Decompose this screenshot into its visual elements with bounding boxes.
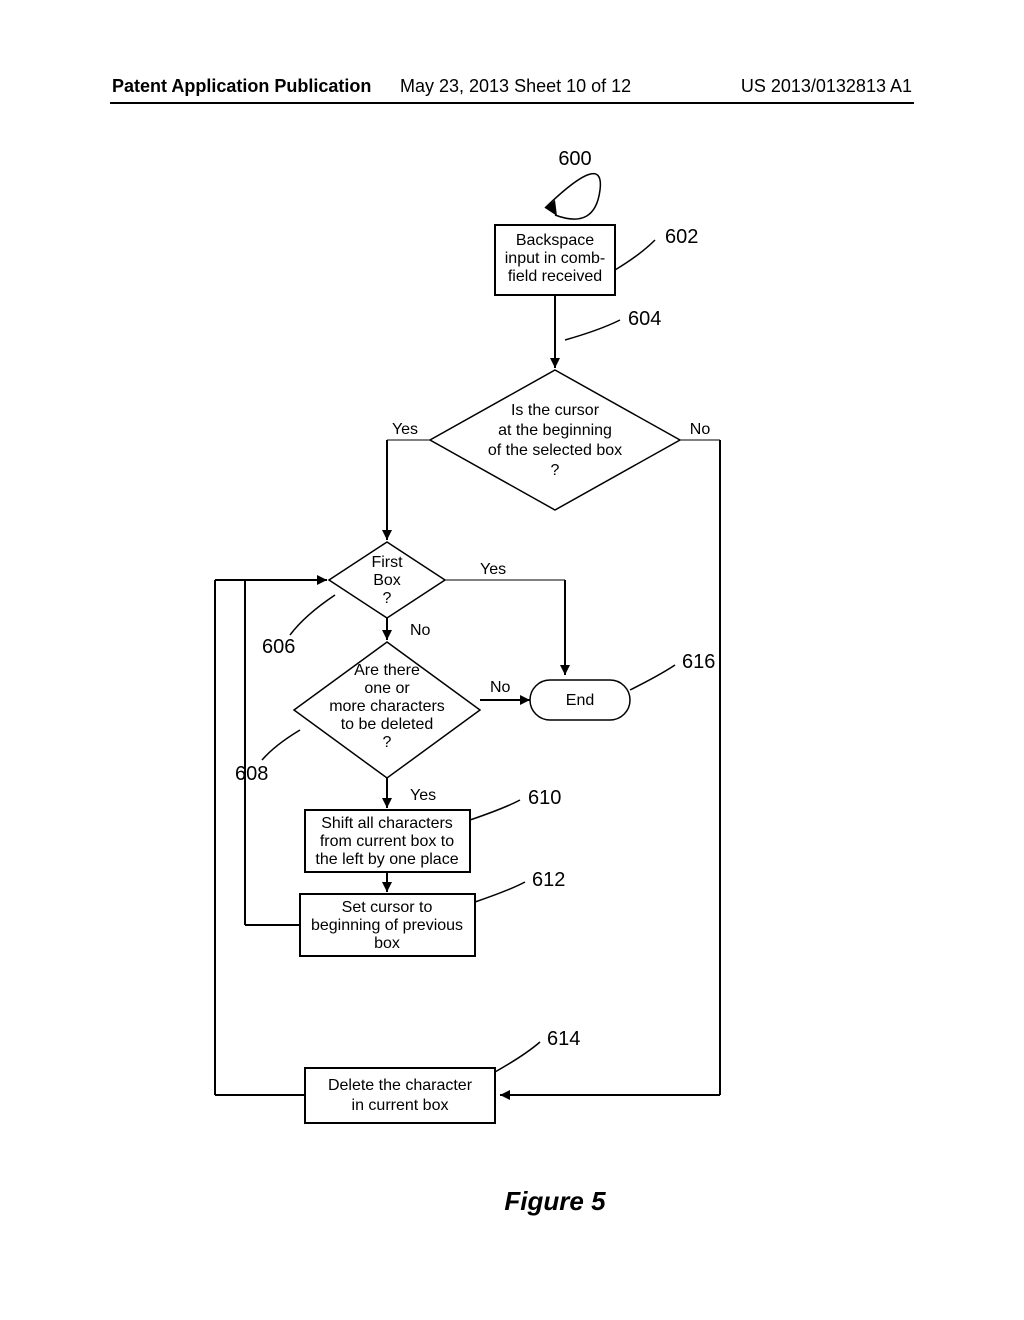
node-606-line3: ? xyxy=(383,590,392,607)
label-610: 610 xyxy=(528,787,561,809)
node-610-line3: the left by one place xyxy=(315,851,458,868)
node-602-line1: Backspace xyxy=(516,232,594,249)
header-left: Patent Application Publication xyxy=(112,76,371,97)
node-604-line4: ? xyxy=(551,462,560,479)
edge-606-yes: Yes xyxy=(480,561,506,578)
node-612-line3: box xyxy=(374,935,400,952)
figure-caption: Figure 5 xyxy=(504,1186,606,1216)
label-602: 602 xyxy=(665,226,698,248)
label-608: 608 xyxy=(235,763,268,785)
node-608-line5: ? xyxy=(383,734,392,751)
edge-604-no: No xyxy=(690,421,711,438)
node-608-line2: one or xyxy=(364,680,410,697)
node-614-line1: Delete the character xyxy=(328,1077,473,1094)
header-right: US 2013/0132813 A1 xyxy=(741,76,912,97)
node-608-line3: more characters xyxy=(329,698,445,715)
edge-604-yes: Yes xyxy=(392,421,418,438)
edge-608-no: No xyxy=(490,679,511,696)
label-612: 612 xyxy=(532,869,565,891)
node-614-line2: in current box xyxy=(352,1097,449,1114)
node-608-line1: Are there xyxy=(354,662,420,679)
node-end-label: End xyxy=(566,692,594,709)
node-602-line2: input in comb- xyxy=(505,250,606,267)
flowchart: 600 Backspace input in comb- field recei… xyxy=(0,140,1024,1240)
edge-606-no: No xyxy=(410,622,431,639)
label-616: 616 xyxy=(682,651,715,673)
node-612-line2: beginning of previous xyxy=(311,917,463,934)
node-604-line3: of the selected box xyxy=(488,442,622,459)
node-606-line2: Box xyxy=(373,572,401,589)
node-604-line2: at the beginning xyxy=(498,422,612,439)
node-604-line1: Is the cursor xyxy=(511,402,600,419)
node-608-line4: to be deleted xyxy=(341,716,434,733)
node-610-line1: Shift all characters xyxy=(321,815,453,832)
edge-608-yes: Yes xyxy=(410,787,436,804)
header-center: May 23, 2013 Sheet 10 of 12 xyxy=(400,76,631,97)
node-604 xyxy=(430,370,680,510)
node-610-line2: from current box to xyxy=(320,833,454,850)
label-604: 604 xyxy=(628,308,661,330)
node-602-line3: field received xyxy=(508,268,602,285)
node-612-line1: Set cursor to xyxy=(342,899,433,916)
label-600: 600 xyxy=(558,148,591,170)
label-606: 606 xyxy=(262,636,295,658)
node-606-line1: First xyxy=(371,554,403,571)
label-614: 614 xyxy=(547,1028,580,1050)
